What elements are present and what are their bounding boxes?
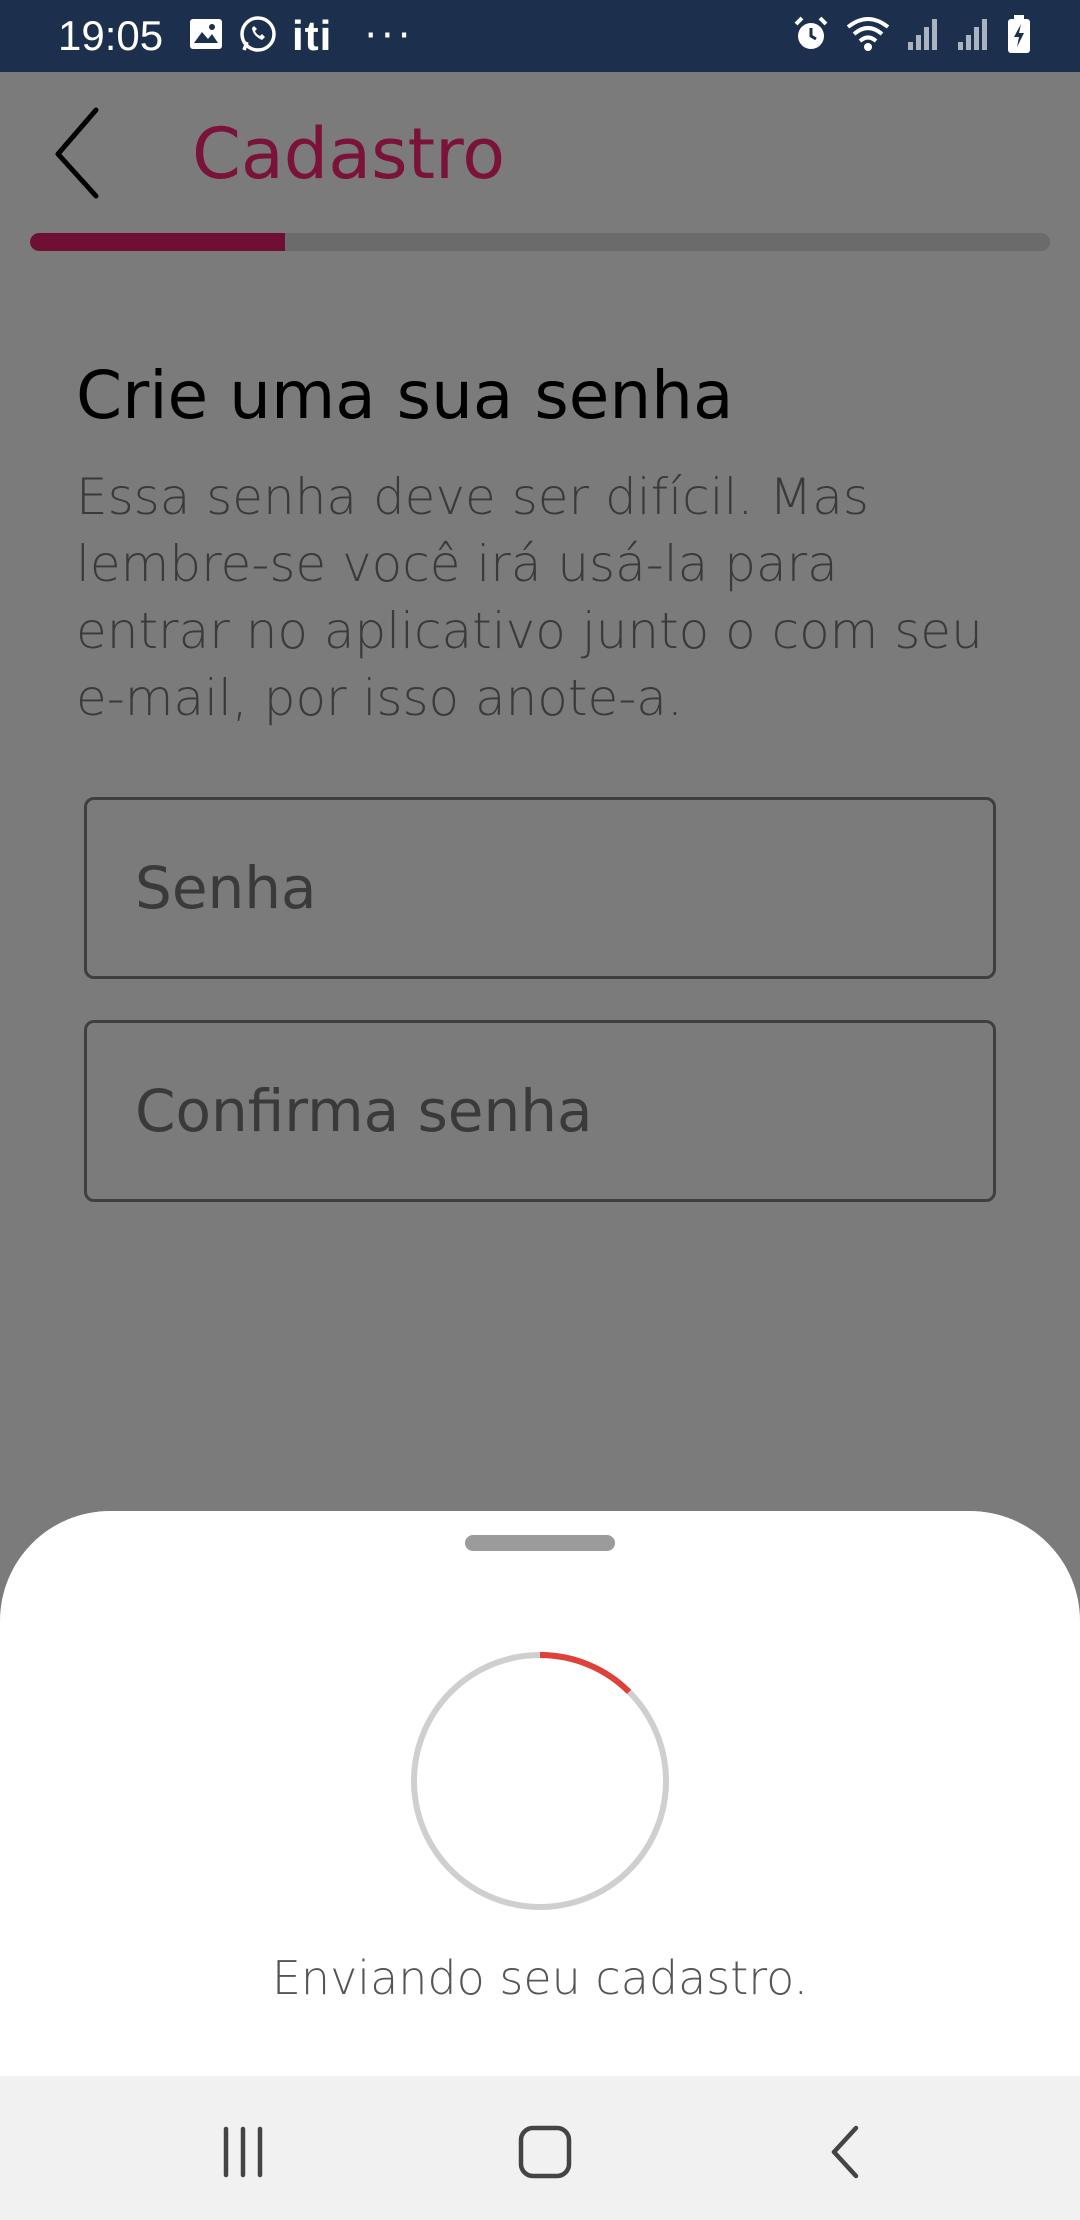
recents-button[interactable] [203,2112,283,2192]
confirm-password-input[interactable] [133,1076,993,1146]
notification-icons: iti ··· [188,14,414,58]
back-icon [831,2125,859,2179]
more-notifications-icon: ··· [364,13,415,59]
page-title: Cadastro [192,113,506,195]
signal-icon [956,16,990,56]
password-field[interactable] [84,797,996,979]
app-bar: Cadastro [0,72,1080,232]
navigation-bar [0,2076,1080,2220]
system-icons [792,14,1032,58]
chevron-left-icon [55,107,99,199]
back-nav-button[interactable] [807,2112,887,2192]
home-icon [518,2125,572,2179]
back-button[interactable] [48,102,120,202]
gallery-icon [188,17,224,55]
status-time: 19:05 [58,12,164,59]
bottom-sheet: Enviando seu cadastro. [0,1511,1080,2076]
home-button[interactable] [505,2112,585,2192]
wifi-icon [846,15,890,57]
whatsapp-icon [238,14,278,58]
progress-fill [30,233,285,251]
confirm-password-field[interactable] [84,1020,996,1202]
iti-icon: iti [292,12,333,59]
status-bar: 19:05 iti ··· [0,0,1080,72]
loading-spinner [411,1652,669,1910]
drag-handle[interactable] [465,1535,615,1551]
sending-status-text: Enviando seu cadastro. [271,1951,809,2005]
alarm-icon [792,15,830,57]
registration-progress-bar [30,233,1050,251]
form-heading: Crie uma sua senha [76,357,734,434]
password-input[interactable] [133,853,993,923]
battery-charging-icon [1006,14,1032,58]
signal-icon [906,16,940,56]
recents-icon [223,2126,263,2178]
form-description: Essa senha deve ser difícil. Mas lembre-… [76,468,983,727]
